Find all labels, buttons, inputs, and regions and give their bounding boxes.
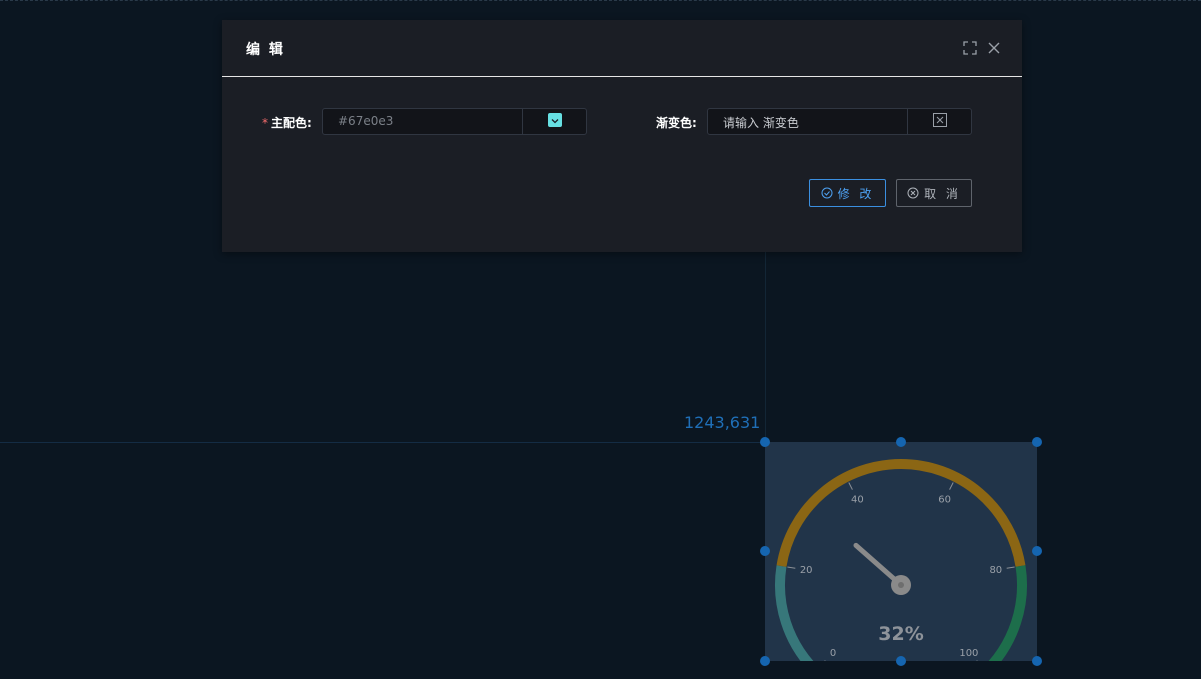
empty-color-icon[interactable] <box>933 113 947 127</box>
resize-handle-top[interactable] <box>896 437 906 447</box>
gradient-field[interactable]: 请输入 渐变色 <box>707 108 972 135</box>
gauge-tick <box>1006 566 1015 569</box>
cancel-button-label: 取 消 <box>924 186 961 201</box>
resize-handle-right[interactable] <box>1032 546 1042 556</box>
resize-handle-bottom-right[interactable] <box>1032 656 1042 666</box>
gauge-tick-label: 60 <box>938 494 951 505</box>
check-circle-icon <box>821 187 833 199</box>
gauge-value-label: 32% <box>878 623 923 645</box>
gauge-chart[interactable]: 0 20 40 60 80 100 32% <box>765 442 1037 661</box>
gauge-tick-label: 40 <box>851 494 864 505</box>
gauge-band <box>988 565 1027 661</box>
gauge-band <box>776 459 1026 567</box>
primary-color-label-text: 主配色: <box>271 116 312 130</box>
resize-handle-bottom[interactable] <box>896 656 906 666</box>
resize-handle-top-right[interactable] <box>1032 437 1042 447</box>
submit-button[interactable]: 修 改 <box>809 179 886 207</box>
gauge-tick-label: 0 <box>830 648 836 659</box>
gradient-picker-trigger[interactable] <box>907 109 972 134</box>
edit-dialog: 编 辑 * 主配色: #67e0e3 渐变色: 请输入 渐变色 修 改 取 消 <box>222 20 1022 252</box>
gauge-tick <box>848 482 853 490</box>
gauge-pointer-hub-center <box>898 582 904 588</box>
close-icon[interactable] <box>986 40 1002 56</box>
submit-button-label: 修 改 <box>837 186 875 201</box>
gauge-tick <box>949 482 954 490</box>
dialog-title: 编 辑 <box>246 42 285 58</box>
gauge-tick-label: 100 <box>959 648 978 659</box>
color-swatch[interactable] <box>548 113 562 127</box>
dialog-header: 编 辑 <box>222 20 1022 77</box>
fullscreen-icon[interactable] <box>962 40 978 56</box>
alignment-guide-horizontal <box>0 442 765 443</box>
resize-handle-top-left[interactable] <box>760 437 770 447</box>
color-picker-trigger[interactable] <box>522 109 587 134</box>
gauge-tick-label: 80 <box>989 565 1002 576</box>
gradient-label: 渐变色: <box>656 116 697 130</box>
chevron-down-icon <box>551 119 559 124</box>
primary-color-field[interactable]: #67e0e3 <box>322 108 587 135</box>
gauge-tick <box>787 566 796 569</box>
primary-color-input[interactable]: #67e0e3 <box>338 114 393 128</box>
gauge-tick-label: 20 <box>800 565 813 576</box>
resize-handle-left[interactable] <box>760 546 770 556</box>
primary-color-label: * 主配色: <box>262 114 312 131</box>
coordinate-readout: 1243,631 <box>684 413 761 432</box>
cancel-button[interactable]: 取 消 <box>896 179 972 207</box>
gauge-band <box>775 565 814 661</box>
close-circle-icon <box>907 187 919 199</box>
canvas-top-border <box>0 0 1201 1</box>
required-mark: * <box>262 116 268 130</box>
alignment-guide-vertical <box>765 252 766 442</box>
resize-handle-bottom-left[interactable] <box>760 656 770 666</box>
gradient-input[interactable]: 请输入 渐变色 <box>723 114 799 131</box>
